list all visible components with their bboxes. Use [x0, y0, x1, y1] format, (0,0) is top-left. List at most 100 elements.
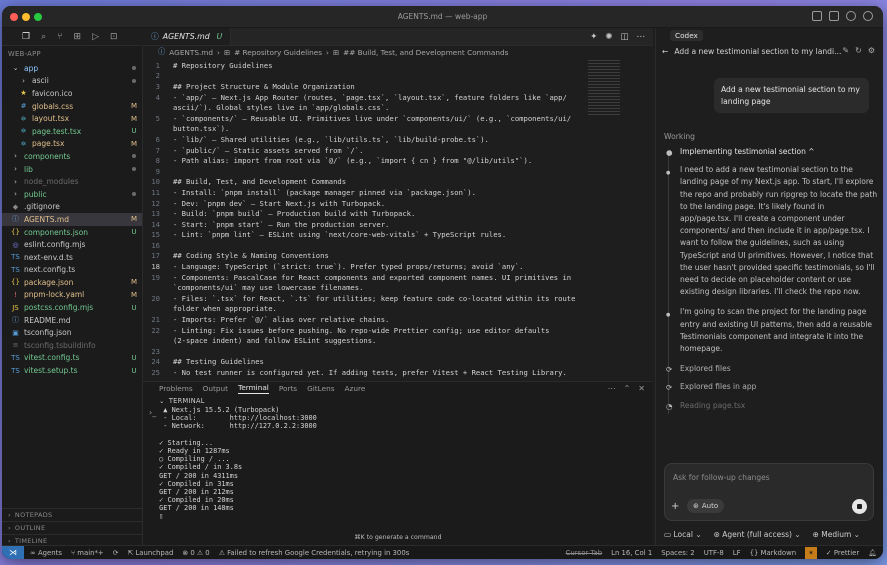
- history-icon[interactable]: ↻: [855, 46, 862, 55]
- bell-icon[interactable]: 🔔︎: [868, 549, 877, 557]
- search-icon[interactable]: ⌕: [41, 32, 46, 42]
- code-line[interactable]: 24 ## Testing Guidelines: [143, 357, 583, 368]
- openai-icon[interactable]: ✺: [605, 32, 612, 42]
- chevron-down-icon[interactable]: ⌄: [159, 397, 165, 405]
- more-actions-icon[interactable]: ⋯: [608, 384, 616, 393]
- follow-up-composer[interactable]: Ask for follow-up changes + ⊛ Auto: [664, 463, 874, 521]
- code-line[interactable]: button.tsx`).: [143, 124, 583, 135]
- file-tree-item[interactable]: › node_modules: [2, 175, 142, 188]
- code-line[interactable]: 5 - `components/` — Reusable UI. Primitiv…: [143, 113, 583, 124]
- code-line[interactable]: 16: [143, 240, 583, 251]
- panel-tab-problems[interactable]: Problems: [159, 384, 193, 393]
- file-tree-item[interactable]: TS next.config.ts: [2, 264, 142, 277]
- file-tree-item[interactable]: JS postcss.config.mjs U: [2, 301, 142, 314]
- line-ending[interactable]: LF: [733, 549, 741, 557]
- code-line[interactable]: folder when appropriate.: [143, 304, 583, 315]
- code-line[interactable]: 11 - Install: `pnpm install` (package man…: [143, 187, 583, 198]
- back-arrow-icon[interactable]: ←: [662, 47, 668, 56]
- stop-button[interactable]: [852, 499, 867, 514]
- chevron-up-icon[interactable]: ⌃: [624, 384, 631, 393]
- section-notepads[interactable]: › NOTEPADS: [2, 508, 142, 521]
- extensions-icon[interactable]: ⊞: [74, 32, 82, 42]
- cursor-tab-status[interactable]: Cursor Tab: [566, 549, 603, 557]
- code-line[interactable]: 15 - Lint: `pnpm lint` — ESLint using `ne…: [143, 230, 583, 241]
- generate-command-hint[interactable]: ⌘K to generate a command: [143, 534, 653, 541]
- files-icon[interactable]: ❐: [22, 32, 30, 42]
- cursor-position[interactable]: Ln 16, Col 1: [611, 549, 652, 557]
- file-tree-item[interactable]: TS vitest.config.ts U: [2, 352, 142, 365]
- code-line[interactable]: (2-space indent) and follow ESLint sugge…: [143, 335, 583, 346]
- breadcrumb-item[interactable]: AGENTS.md: [169, 48, 213, 57]
- auto-mode-button[interactable]: ⊛ Auto: [687, 499, 725, 513]
- add-attachment-icon[interactable]: +: [671, 501, 679, 512]
- notification-message[interactable]: ⚠ Failed to refresh Google Credentials, …: [219, 549, 410, 557]
- section-outline[interactable]: › OUTLINE: [2, 521, 142, 534]
- file-tree-item[interactable]: ⚛ layout.tsx M: [2, 112, 142, 125]
- file-tree-item[interactable]: ◆ .gitignore: [2, 201, 142, 214]
- launchpad-status[interactable]: ⇱ Launchpad: [127, 549, 173, 557]
- file-tree-item[interactable]: › components: [2, 150, 142, 163]
- code-line[interactable]: ascii/`). Global styles live in `app/glo…: [143, 102, 583, 113]
- codex-tab[interactable]: Codex: [656, 28, 883, 42]
- file-tree-item[interactable]: TS vitest.setup.ts U: [2, 364, 142, 377]
- code-line[interactable]: 14 - Start: `pnpm start` — Run the produc…: [143, 219, 583, 230]
- breadcrumb-item[interactable]: ## Build, Test, and Development Commands: [343, 48, 508, 57]
- code-line[interactable]: 18 - Language: TypeScript (`strict: true`…: [143, 261, 583, 272]
- file-tree-item[interactable]: ⓘ AGENTS.md M: [2, 213, 142, 226]
- sync-icon[interactable]: ⟳: [113, 549, 119, 557]
- file-tree-item[interactable]: ⓘ README.md: [2, 314, 142, 327]
- code-line[interactable]: 4 - `app/` — Next.js App Router (routes, …: [143, 92, 583, 103]
- section-timeline[interactable]: › TIMELINE: [2, 534, 142, 545]
- agent-step-title[interactable]: ● Implementing testimonial section ^: [664, 146, 878, 158]
- code-line[interactable]: 6 - `lib/` — Shared utilities (e.g., `lib…: [143, 134, 583, 145]
- panel-tab-output[interactable]: Output: [203, 384, 228, 393]
- new-chat-icon[interactable]: ✎: [842, 46, 849, 55]
- remote-icon[interactable]: ⋊: [2, 545, 24, 559]
- code-line[interactable]: 23: [143, 346, 583, 357]
- code-line[interactable]: 3 ## Project Structure & Module Organizat…: [143, 81, 583, 92]
- file-tree-item[interactable]: {} components.json U: [2, 226, 142, 239]
- prettier-status[interactable]: ✓ Prettier: [826, 549, 859, 557]
- file-tree-item[interactable]: {} package.json M: [2, 276, 142, 289]
- source-control-icon[interactable]: ⑂: [57, 32, 62, 42]
- file-tree-item[interactable]: ▣ tsconfig.json: [2, 326, 142, 339]
- code-line[interactable]: 13 - Build: `pnpm build` — Production bui…: [143, 208, 583, 219]
- code-line[interactable]: 21 - Imports: Prefer `@/` alias over rela…: [143, 314, 583, 325]
- file-tree-item[interactable]: ◎ eslint.config.mjs: [2, 238, 142, 251]
- file-tree-item[interactable]: TS next-env.d.ts: [2, 251, 142, 264]
- code-line[interactable]: 8 - Path alias: import from root via `@/`…: [143, 155, 583, 166]
- file-tree-item[interactable]: ★ favicon.ico: [2, 87, 142, 100]
- settings-icon[interactable]: ⚙: [868, 46, 875, 55]
- code-line[interactable]: 17 ## Coding Style & Naming Conventions: [143, 251, 583, 262]
- agent-mode-selector[interactable]: ⊛ Agent (full access) ⌄: [714, 530, 801, 539]
- code-line[interactable]: 9: [143, 166, 583, 177]
- file-tree-item[interactable]: ≡ tsconfig.tsbuildinfo: [2, 339, 142, 352]
- terminal-output[interactable]: ▲ Next.js 15.5.2 (Turbopack) - Local: ht…: [155, 406, 317, 521]
- file-tree-item[interactable]: › lib: [2, 163, 142, 176]
- git-branch[interactable]: ⑂ main*+: [71, 549, 104, 557]
- file-tree-item[interactable]: ⚛ page.test.tsx U: [2, 125, 142, 138]
- code-line[interactable]: 25 - No test runner is configured yet. If…: [143, 367, 583, 378]
- code-line[interactable]: 12 - Dev: `pnpm dev` — Start Next.js with…: [143, 198, 583, 209]
- code-line[interactable]: 20 - Files: `.tsx` for React, `.ts` for u…: [143, 293, 583, 304]
- agent-step-action[interactable]: ⟳ Explored files in app: [664, 381, 878, 393]
- close-icon[interactable]: ✕: [638, 384, 645, 393]
- indentation[interactable]: Spaces: 2: [661, 549, 694, 557]
- code-line[interactable]: 19 - Components: PascalCase for React com…: [143, 272, 583, 283]
- file-tree-item[interactable]: › ascii: [2, 75, 142, 88]
- language-mode[interactable]: {} Markdown: [750, 549, 797, 557]
- code-line[interactable]: 2: [143, 71, 583, 82]
- warning-icon[interactable]: ✶: [805, 547, 817, 559]
- agents-status[interactable]: ∞ Agents: [30, 549, 62, 557]
- file-tree-item[interactable]: › public: [2, 188, 142, 201]
- run-debug-icon[interactable]: ▷: [92, 32, 99, 42]
- code-line[interactable]: 7 - `public/` — Static assets served from…: [143, 145, 583, 156]
- editor-tab-agents-md[interactable]: ⓘ AGENTS.md U: [143, 28, 232, 45]
- file-tree-item[interactable]: # globals.css M: [2, 100, 142, 113]
- panel-tab-azure[interactable]: Azure: [345, 384, 366, 393]
- code-line[interactable]: 10 ## Build, Test, and Development Comman…: [143, 177, 583, 188]
- remote-explorer-icon[interactable]: ⊡: [110, 32, 118, 42]
- code-view[interactable]: 1 # Repository Guidelines 2 3 ## Project Str…: [143, 60, 583, 403]
- code-line[interactable]: 22 - Linting: Fix issues before pushing. …: [143, 325, 583, 336]
- breadcrumb-item[interactable]: # Repository Guidelines: [234, 48, 322, 57]
